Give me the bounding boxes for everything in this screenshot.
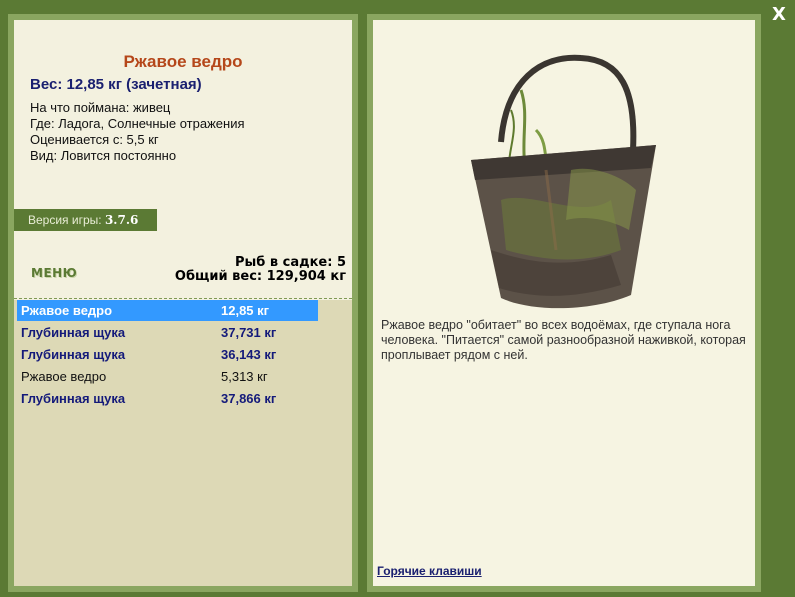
rusty-bucket-image bbox=[471, 54, 656, 309]
catch-list: Ржавое ведро 12,85 кг Глубинная щука 37,… bbox=[14, 300, 352, 586]
item-description: Ржавое ведро "обитает" во всех водоёмах,… bbox=[381, 318, 746, 362]
catch-stats: Рыб в садке: 5 Общий вес: 129,904 кг bbox=[175, 256, 346, 284]
right-panel-content: Ржавое ведро "обитает" во всех водоёмах,… bbox=[373, 20, 755, 586]
close-button[interactable]: X bbox=[768, 4, 790, 26]
fish-name: Глубинная щука bbox=[21, 347, 126, 362]
item-weight: Вес: 12,85 кг (зачетная) bbox=[30, 76, 202, 93]
fish-name: Ржавое ведро bbox=[21, 303, 113, 318]
hotkeys-link[interactable]: Горячие клавиши bbox=[377, 564, 482, 578]
item-title: Ржавое ведро bbox=[123, 52, 243, 71]
fish-weight: 37,731 кг bbox=[221, 325, 277, 340]
left-panel: Ржавое ведро Вес: 12,85 кг (зачетная) На… bbox=[8, 14, 358, 592]
fish-name: Глубинная щука bbox=[21, 325, 126, 340]
list-item[interactable]: Глубинная щука 36,143 кг bbox=[17, 344, 318, 365]
fish-name: Глубинная щука bbox=[21, 391, 126, 406]
fish-weight: 36,143 кг bbox=[221, 347, 277, 362]
info-location: Где: Ладога, Солнечные отражения bbox=[30, 116, 245, 131]
menu-button[interactable]: МЕНЮ bbox=[31, 266, 77, 280]
info-species: Вид: Ловится постоянно bbox=[30, 148, 177, 163]
total-weight: Общий вес: 129,904 кг bbox=[174, 269, 346, 284]
version-badge: Версия игры: 3.7.6 bbox=[14, 209, 157, 231]
list-item[interactable]: Глубинная щука 37,866 кг bbox=[17, 388, 318, 409]
info-bait: На что поймана: живец bbox=[30, 100, 171, 115]
fish-name: Ржавое ведро bbox=[21, 369, 107, 384]
fish-weight: 12,85 кг bbox=[221, 303, 270, 318]
list-item[interactable]: Ржавое ведро 12,85 кг bbox=[17, 300, 318, 321]
info-valued-from: Оценивается с: 5,5 кг bbox=[30, 132, 159, 147]
list-item[interactable]: Ржавое ведро 5,313 кг bbox=[17, 366, 318, 387]
fish-weight: 5,313 кг bbox=[221, 369, 268, 384]
right-panel: Ржавое ведро "обитает" во всех водоёмах,… bbox=[367, 14, 761, 592]
left-panel-content: Ржавое ведро Вес: 12,85 кг (зачетная) На… bbox=[14, 20, 352, 586]
divider bbox=[14, 298, 352, 299]
version-value: 3.7.6 bbox=[104, 213, 139, 227]
list-item[interactable]: Глубинная щука 37,731 кг bbox=[17, 322, 318, 343]
version-label: Версия игры: bbox=[28, 213, 102, 227]
fish-count: Рыб в садке: 5 bbox=[234, 255, 346, 270]
fish-weight: 37,866 кг bbox=[221, 391, 277, 406]
